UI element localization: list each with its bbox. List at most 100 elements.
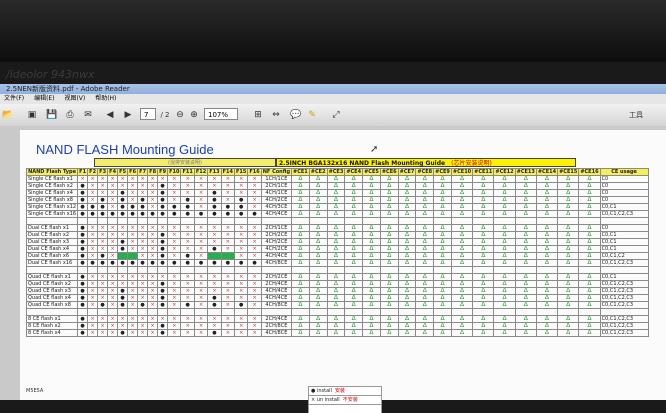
ce-cell: Δ (362, 210, 381, 218)
flash-slot-cell: × (193, 189, 209, 197)
flash-slot-cell: ● (87, 210, 99, 218)
ce-cell: Δ (493, 294, 516, 302)
flash-slot-cell: ● (157, 259, 169, 267)
ce-cell: Δ (326, 322, 346, 330)
toolbar: 📂 ▣ 💾 ⎙ ✉ ◀ ▶ 7 / 2 ⊖ ⊕ 107% ⊞ ⇔ 💬 ✎ ⤢ 工… (0, 104, 666, 127)
flash-slot-cell: × (137, 322, 149, 330)
ce-cell: Δ (291, 322, 310, 330)
tools-button[interactable]: 工具 (626, 108, 646, 122)
ce-cell: Δ (493, 322, 516, 330)
flash-slot-cell: × (127, 196, 139, 204)
next-page-icon[interactable]: ▶ (122, 108, 134, 122)
ce-cell: Δ (379, 280, 399, 288)
expand-icon[interactable]: ⤢ (330, 108, 342, 122)
create-icon[interactable]: ▣ (26, 108, 38, 122)
flash-slot-cell: × (157, 175, 169, 183)
flash-slot-cell: × (107, 182, 119, 190)
flash-slot-cell (247, 266, 262, 274)
flash-slot-cell: × (167, 301, 182, 309)
ce-cell (578, 266, 601, 274)
ce-cell (493, 217, 516, 225)
ce-cell: Δ (291, 203, 310, 211)
document-area[interactable]: NAND FLASH Mounting Guide ➚ (混排安装说明) 2.5… (0, 126, 666, 413)
menu-file[interactable]: 文件(F) (4, 94, 24, 104)
flash-slot-cell: × (127, 245, 139, 253)
flash-slot-cell: × (147, 224, 159, 232)
ce-cell: Δ (344, 203, 364, 211)
ce-cell: Δ (326, 245, 346, 253)
ce-cell: Δ (308, 315, 328, 323)
comment-icon[interactable]: 💬 (290, 108, 302, 122)
ce-cell: Δ (415, 203, 435, 211)
flash-slot-cell (117, 308, 129, 316)
table-row: Quad CE flash x4 ● × × × ● × × × ● × × × ● × × × 4CH/4CE Δ… (25, 294, 649, 302)
table-row: Single CE flash x1 × × × × × × × × × × × × × × × × 1CH/1C… (25, 175, 649, 183)
open-icon[interactable]: 📂 (2, 108, 14, 122)
ce-cell: Δ (362, 182, 381, 190)
flash-slot-cell: × (77, 175, 89, 183)
flash-slot-cell: × (193, 273, 209, 281)
ce-cell: Δ (472, 280, 495, 288)
nf-config: 4CH/4CE (260, 210, 293, 218)
column-header: F8 (147, 168, 159, 176)
ce-cell: Δ (326, 175, 346, 183)
ce-cell: Δ (291, 329, 310, 337)
flash-slot-cell: × (207, 322, 222, 330)
flash-slot-cell: × (220, 294, 235, 302)
pdf-page: NAND FLASH Mounting Guide ➚ (混排安装说明) 2.5… (20, 130, 666, 413)
ce-usage: C0,C1,C2,C3 (599, 301, 649, 309)
email-icon[interactable]: ✉ (82, 108, 94, 122)
ce-cell: Δ (472, 182, 495, 190)
zoom-in-icon[interactable]: ⊕ (188, 108, 200, 122)
ce-cell: Δ (450, 238, 474, 246)
ce-cell (472, 266, 495, 274)
ce-usage: C0,C1,C2,C3 (599, 280, 649, 288)
ce-cell: Δ (308, 203, 328, 211)
monitor-bezel (0, 0, 666, 62)
ce-cell: Δ (472, 287, 495, 295)
flash-slot-cell: × (127, 315, 139, 323)
column-header: F4 (107, 168, 119, 176)
zoom-select[interactable]: 107% (204, 108, 238, 120)
flash-slot-cell: ● (97, 301, 109, 309)
flash-slot-cell: × (167, 294, 182, 302)
ce-cell: Δ (397, 273, 417, 281)
flash-slot-cell: ● (137, 210, 149, 218)
nf-config: 4CH/8CE (260, 301, 293, 309)
column-header: #CE13 (514, 168, 537, 176)
zoom-out-icon[interactable]: ⊖ (174, 108, 186, 122)
prev-page-icon[interactable]: ◀ (104, 108, 116, 122)
ce-cell: Δ (493, 189, 516, 197)
flash-slot-cell: × (180, 175, 195, 183)
ce-cell (557, 266, 580, 274)
ce-cell: Δ (493, 329, 516, 337)
ce-cell: Δ (472, 245, 495, 253)
flash-slot-cell: ● (117, 210, 129, 218)
ce-cell: Δ (472, 238, 495, 246)
ce-cell: Δ (379, 210, 399, 218)
ce-cell: Δ (433, 210, 452, 218)
flash-slot-cell: × (167, 175, 182, 183)
fit-width-icon[interactable]: ⇔ (270, 108, 282, 122)
flash-slot-cell: × (220, 280, 235, 288)
print-icon[interactable]: ⎙ (64, 108, 76, 122)
page-number-input[interactable]: 7 (140, 108, 156, 120)
save-icon[interactable]: 💾 (46, 108, 58, 122)
ce-cell: Δ (291, 252, 310, 260)
flash-slot-cell: × (147, 315, 159, 323)
ce-cell (379, 308, 399, 316)
flash-slot-cell: × (137, 252, 149, 260)
highlight-icon[interactable]: ✎ (306, 108, 318, 122)
ce-cell: Δ (535, 203, 559, 211)
ce-cell: Δ (326, 280, 346, 288)
menu-help[interactable]: 帮助(H) (95, 94, 116, 104)
fit-page-icon[interactable]: ⊞ (252, 108, 264, 122)
menu-view[interactable]: 视图(V) (64, 94, 85, 104)
flash-slot-cell: ● (157, 203, 169, 211)
flash-slot-cell: ● (77, 231, 89, 239)
flash-slot-cell: × (147, 203, 159, 211)
ce-cell: Δ (514, 259, 537, 267)
ce-cell (433, 266, 452, 274)
menu-edit[interactable]: 编辑(E) (34, 94, 54, 104)
flash-slot-cell: × (180, 273, 195, 281)
